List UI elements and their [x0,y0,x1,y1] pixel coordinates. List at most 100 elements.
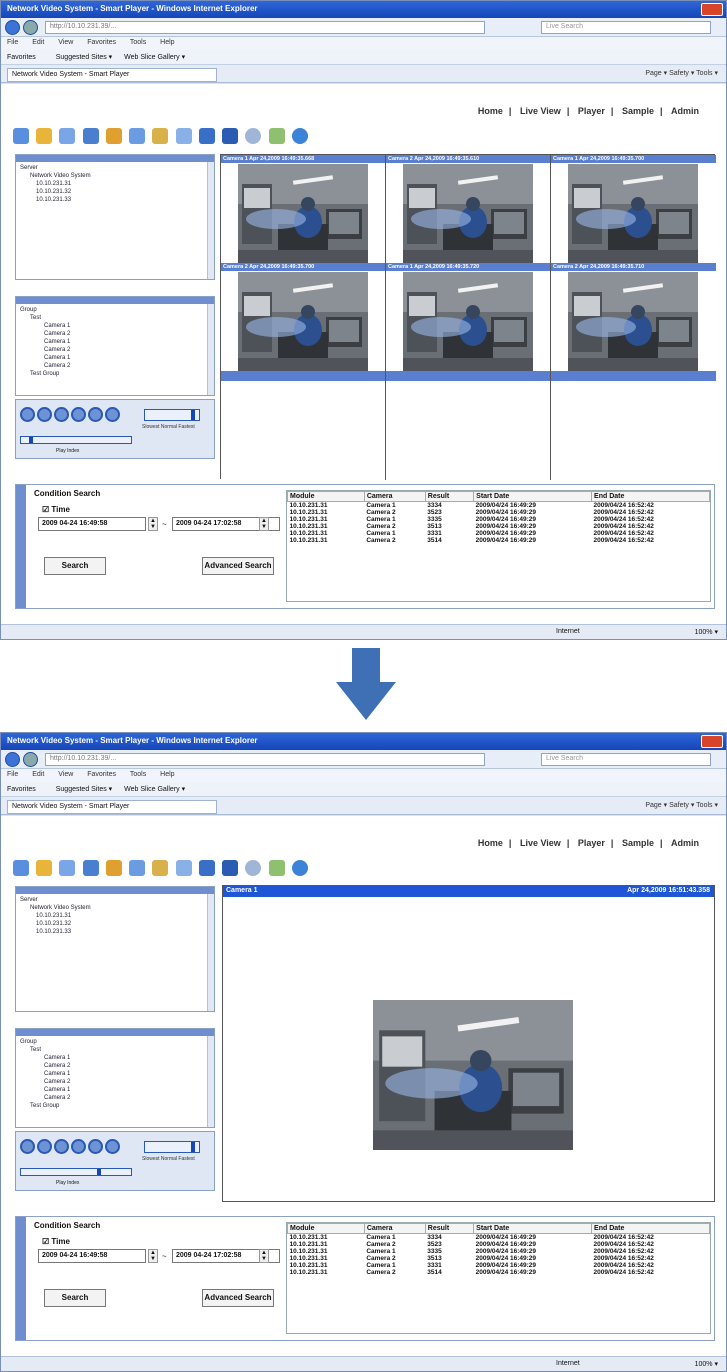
favorites-button[interactable]: Favorites [7,786,36,793]
nav-sample[interactable]: Sample [622,838,654,848]
tree-node[interactable]: Network Video System [20,172,210,180]
nav-sample[interactable]: Sample [622,106,654,116]
column-header[interactable]: Camera [363,1223,426,1234]
column-header[interactable]: Start Date [473,491,593,502]
command-bar[interactable]: Page ▾ Safety ▾ Tools ▾ [645,69,718,77]
table-row[interactable]: 10.10.231.31 Camera 2 3514 2009/04/24 16:49… [288,1269,710,1276]
address-input[interactable]: http://10.10.231.39/... [45,753,485,766]
nav-admin[interactable]: Admin [671,106,699,116]
table-row[interactable]: 10.10.231.31 Camera 2 3514 2009/04/24 16:49… [288,537,710,544]
clock-icon[interactable] [245,860,262,876]
zoom-level[interactable]: 100% ▾ [695,1360,718,1368]
monitor-icon[interactable] [198,128,215,144]
nav-live-view[interactable]: Live View [520,838,561,848]
tree-node[interactable]: Camera 2 [20,1078,210,1086]
tree-node[interactable]: Camera 1 [20,1054,210,1062]
tree-node[interactable]: 10.10.231.32 [20,188,210,196]
tree-node[interactable]: Server [20,896,210,904]
table-row[interactable]: 10.10.231.31 Camera 2 3523 2009/04/24 16:49… [288,509,710,516]
column-header[interactable]: End Date [591,1223,710,1234]
camera-feed[interactable] [403,164,533,263]
time-checkbox[interactable]: ☑ Time [42,1237,70,1246]
play-icon[interactable] [37,407,52,422]
column-header[interactable]: Module [287,1223,365,1234]
tree-node[interactable]: Camera 1 [20,338,210,346]
display-icon[interactable] [222,128,239,144]
tree-node[interactable]: 10.10.231.32 [20,920,210,928]
menu-edit[interactable]: Edit [32,39,44,46]
slider-handle[interactable] [97,1169,101,1175]
menu-view[interactable]: View [58,39,73,46]
export-icon[interactable] [152,860,169,876]
close-window-button[interactable] [701,735,723,748]
favorites-button[interactable]: Favorites [7,54,36,61]
rewind-icon[interactable] [20,1139,35,1154]
snapshot-icon[interactable] [105,128,122,144]
tree-node[interactable]: Group [20,1038,210,1046]
start-time-spinner[interactable]: ▲ ▼ [148,1249,158,1263]
address-input[interactable]: http://10.10.231.39/... [45,21,485,34]
tree-node[interactable]: Camera 2 [20,362,210,370]
advanced-search-button[interactable]: Advanced Search [202,1289,274,1307]
slider-handle[interactable] [29,437,33,443]
nav-live-view[interactable]: Live View [520,106,561,116]
camera-icon[interactable] [36,128,53,144]
snapshot-icon[interactable] [105,860,122,876]
search-button[interactable]: Search [44,1289,106,1307]
camera-icon[interactable] [36,860,53,876]
camera-feed[interactable] [403,272,533,371]
scrollbar[interactable] [207,162,214,279]
start-time-field[interactable]: 2009 04-24 16:49:58 [38,1249,146,1263]
suggested-sites-link[interactable]: Suggested Sites ▾ [56,786,112,793]
menu-file[interactable]: File [7,771,18,778]
nav-home[interactable]: Home [478,106,503,116]
nav-home[interactable]: Home [478,838,503,848]
menu-tools[interactable]: Tools [130,39,146,46]
export-icon[interactable] [152,128,169,144]
menu-help[interactable]: Help [160,771,174,778]
camera-feed[interactable] [238,272,368,371]
end-time-spinner[interactable]: ▲ ▼ [259,517,269,531]
split-view-icon[interactable] [82,860,99,876]
tree-node[interactable]: Test Group [20,370,210,378]
tree-node[interactable]: 10.10.231.31 [20,180,210,188]
play-index-slider[interactable] [20,1168,132,1176]
tree-node[interactable]: 10.10.231.31 [20,912,210,920]
search-input[interactable]: Live Search [541,21,711,34]
nav-admin[interactable]: Admin [671,838,699,848]
record-icon[interactable] [129,860,146,876]
display-icon[interactable] [222,860,239,876]
table-row[interactable]: 10.10.231.31 Camera 1 3334 2009/04/24 16:49… [288,1234,710,1242]
column-header[interactable]: Camera [363,491,426,502]
table-row[interactable]: 10.10.231.31 Camera 1 3331 2009/04/24 16:49… [288,1262,710,1269]
tree-node[interactable]: Camera 1 [20,354,210,362]
column-header[interactable]: Result [424,491,475,502]
menu-help[interactable]: Help [160,39,174,46]
tree-node[interactable]: Group [20,306,210,314]
tree-node[interactable]: Network Video System [20,904,210,912]
menu-tools[interactable]: Tools [130,771,146,778]
scrollbar[interactable] [207,304,214,395]
tree-node[interactable]: Camera 1 [20,1070,210,1078]
camera-feed[interactable] [568,164,698,263]
tools-icon[interactable] [268,128,285,144]
split-view-icon[interactable] [82,128,99,144]
tree-node[interactable]: 10.10.231.33 [20,196,210,204]
help-icon[interactable] [291,860,308,876]
camera-feed[interactable] [373,1000,573,1150]
slider-handle[interactable] [191,1142,195,1152]
browser-tab[interactable]: Network Video System - Smart Player [7,800,217,814]
layout-icon[interactable] [13,128,29,144]
tree-node[interactable]: Camera 2 [20,346,210,354]
scrollbar[interactable] [207,894,214,1011]
suggested-sites-link[interactable]: Suggested Sites ▾ [56,54,112,61]
command-bar[interactable]: Page ▾ Safety ▾ Tools ▾ [645,801,718,809]
collapse-tab[interactable] [16,485,26,608]
close-window-button[interactable] [701,3,723,16]
step-icon[interactable] [88,1139,103,1154]
table-row[interactable]: 10.10.231.31 Camera 2 3523 2009/04/24 16:49… [288,1241,710,1248]
menu-favorites[interactable]: Favorites [87,39,116,46]
end-time-spinner[interactable]: ▲ ▼ [259,1249,269,1263]
menu-file[interactable]: File [7,39,18,46]
web-slice-link[interactable]: Web Slice Gallery ▾ [124,54,185,61]
